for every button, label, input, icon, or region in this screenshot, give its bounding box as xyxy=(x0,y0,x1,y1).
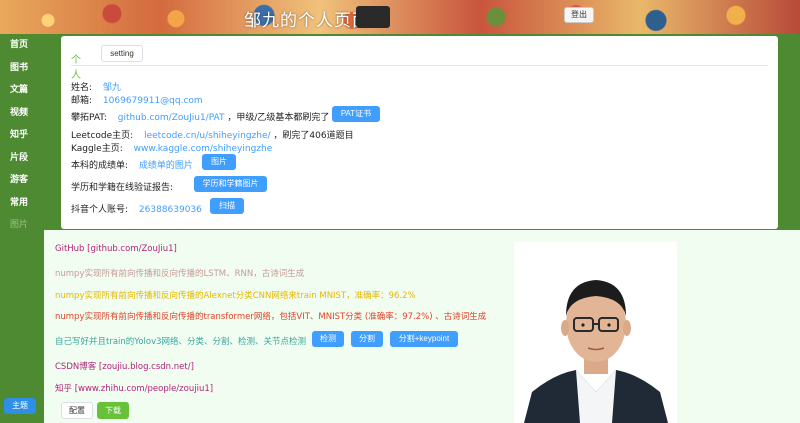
kaggle-link[interactable]: www.kaggle.com/shiheyingzhe xyxy=(134,144,273,154)
sidebar-item-videos[interactable]: 视频 xyxy=(0,102,44,125)
name-row: 姓名: 邹九 xyxy=(71,80,121,93)
leetcode-text: ，刷完了406道题目 xyxy=(273,131,354,141)
transcript-row: 本科的成绩单: 成绩单的图片 xyxy=(71,158,193,171)
pat-text: ，甲级/乙级基本都刷完了 xyxy=(227,113,330,123)
kaggle-label: Kaggle主页: xyxy=(71,144,123,154)
leetcode-link[interactable]: leetcode.cn/u/shiheyingzhe/ xyxy=(144,131,270,141)
sidebar-item-common[interactable]: 常用 xyxy=(0,192,44,215)
transcript-link[interactable]: 成绩单的图片 xyxy=(139,161,193,171)
pat-certificate-button[interactable]: PAT证书 xyxy=(332,106,380,122)
tab-divider xyxy=(71,65,768,66)
email-value: 1069679911@qq.com xyxy=(102,96,203,106)
sidebar-item-home[interactable]: 首页 xyxy=(0,34,44,57)
logout-button[interactable]: 登出 xyxy=(564,7,594,23)
email-label: 邮箱: xyxy=(71,96,93,106)
email-row: 邮箱: 1069679911@qq.com xyxy=(71,93,203,106)
pat-row: 攀拓PAT: github.com/ZouJiu1/PAT ，甲级/乙级基本都刷… xyxy=(71,110,329,123)
projects-section: GitHub [github.com/ZouJiu1] numpy实现所有前向传… xyxy=(44,230,800,423)
leetcode-label: Leetcode主页: xyxy=(71,131,134,141)
pat-link[interactable]: github.com/ZouJiu1/PAT xyxy=(118,113,225,123)
download-button[interactable]: 下载 xyxy=(97,402,129,419)
profile-card: 个人 setting 姓名: 邹九 邮箱: 1069679911@qq.com … xyxy=(61,36,778,229)
zhihu-line[interactable]: 知乎 [www.zhihu.com/people/zoujiu1] xyxy=(55,382,213,394)
csdn-line[interactable]: CSDN博客 [zoujiu.blog.csdn.net/] xyxy=(55,360,194,372)
sidebar-item-clips[interactable]: 片段 xyxy=(0,147,44,170)
douyin-label: 抖音个人账号: xyxy=(71,205,129,215)
segment-button[interactable]: 分割 xyxy=(351,331,383,347)
sidebar: 首页 图书 文篇 视频 知乎 片段 游客 常用 图片 主题 xyxy=(0,34,44,423)
sidebar-item-images[interactable]: 图片 xyxy=(0,214,44,237)
portrait-illustration xyxy=(514,242,677,423)
lstm-line[interactable]: numpy实现所有前向传播和反向传播的LSTM、RNN，古诗词生成 xyxy=(55,267,304,279)
degree-image-button[interactable]: 学历和学籍图片 xyxy=(194,176,267,192)
sidebar-item-zhihu[interactable]: 知乎 xyxy=(0,124,44,147)
douyin-row: 抖音个人账号: 26388639036 xyxy=(71,202,202,215)
transcript-label: 本科的成绩单: xyxy=(71,161,129,171)
segment-keypoint-button[interactable]: 分割+keypoint xyxy=(390,331,458,347)
name-value: 邹九 xyxy=(102,83,121,93)
tab-setting[interactable]: setting xyxy=(101,45,143,62)
page-title: 邹九的个人页面 xyxy=(244,11,370,31)
sidebar-item-guest[interactable]: 游客 xyxy=(0,169,44,192)
profile-photo xyxy=(514,242,677,423)
sidebar-item-articles[interactable]: 文篇 xyxy=(0,79,44,102)
transcript-image-button[interactable]: 图片 xyxy=(202,154,236,170)
degree-row: 学历和学籍在线验证报告: xyxy=(71,180,173,193)
name-label: 姓名: xyxy=(71,83,93,93)
banner-decoration xyxy=(356,6,390,28)
douyin-value: 26388639036 xyxy=(138,205,202,215)
alexnet-line[interactable]: numpy实现所有前向传播和反向传播的Alexnet分类CNN网络来train … xyxy=(55,289,416,301)
degree-label: 学历和学籍在线验证报告: xyxy=(71,183,174,193)
sidebar-item-books[interactable]: 图书 xyxy=(0,57,44,80)
douyin-scan-button[interactable]: 扫描 xyxy=(210,198,244,214)
transformer-line[interactable]: numpy实现所有前向传播和反向传播的transformer网络，包括VIT、M… xyxy=(55,310,486,322)
tab-personal[interactable]: 个人 xyxy=(71,51,81,81)
kaggle-row: Kaggle主页: www.kaggle.com/shiheyingzhe xyxy=(71,141,272,154)
github-line[interactable]: GitHub [github.com/ZouJiu1] xyxy=(55,244,177,254)
leetcode-row: Leetcode主页: leetcode.cn/u/shiheyingzhe/ … xyxy=(71,128,354,141)
config-button[interactable]: 配置 xyxy=(61,402,93,419)
theme-button[interactable]: 主题 xyxy=(4,398,36,414)
header-banner: 邹九的个人页面 登出 xyxy=(0,0,800,34)
pat-label: 攀拓PAT: xyxy=(71,113,107,123)
yolov3-line[interactable]: 自己写好并且train的Yolov3网络、分类、分割、检测、关节点检测 xyxy=(55,335,306,347)
detect-button[interactable]: 检测 xyxy=(312,331,344,347)
